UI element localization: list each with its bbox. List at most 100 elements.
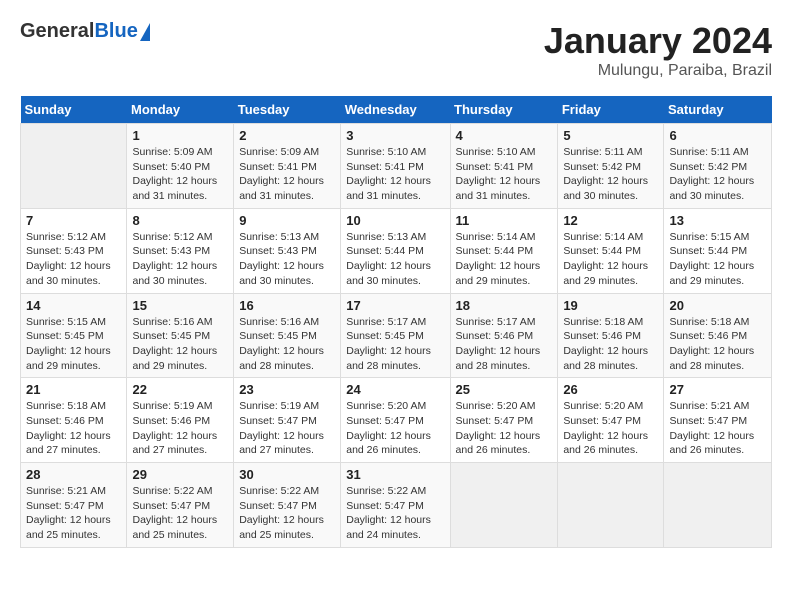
day-info: Sunrise: 5:18 AMSunset: 5:46 PMDaylight:… [669,315,766,374]
calendar-cell: 1 Sunrise: 5:09 AMSunset: 5:40 PMDaylight… [127,124,234,209]
day-info: Sunrise: 5:15 AMSunset: 5:44 PMDaylight:… [669,230,766,289]
day-info: Sunrise: 5:19 AMSunset: 5:47 PMDaylight:… [239,399,335,458]
calendar-table: SundayMondayTuesdayWednesdayThursdayFrid… [20,96,772,548]
day-info: Sunrise: 5:22 AMSunset: 5:47 PMDaylight:… [346,484,444,543]
week-row-2: 7 Sunrise: 5:12 AMSunset: 5:43 PMDaylight… [21,208,772,293]
day-info: Sunrise: 5:20 AMSunset: 5:47 PMDaylight:… [346,399,444,458]
day-info: Sunrise: 5:11 AMSunset: 5:42 PMDaylight:… [669,145,766,204]
calendar-cell: 13 Sunrise: 5:15 AMSunset: 5:44 PMDayligh… [664,208,772,293]
calendar-cell: 30 Sunrise: 5:22 AMSunset: 5:47 PMDayligh… [234,463,341,548]
calendar-cell: 3 Sunrise: 5:10 AMSunset: 5:41 PMDaylight… [341,124,450,209]
calendar-cell: 7 Sunrise: 5:12 AMSunset: 5:43 PMDaylight… [21,208,127,293]
header-cell-saturday: Saturday [664,96,772,124]
location-label: Mulungu, Paraiba, Brazil [544,62,772,80]
day-number: 17 [346,298,444,313]
day-info: Sunrise: 5:18 AMSunset: 5:46 PMDaylight:… [26,399,121,458]
day-info: Sunrise: 5:09 AMSunset: 5:40 PMDaylight:… [132,145,228,204]
calendar-cell: 11 Sunrise: 5:14 AMSunset: 5:44 PMDayligh… [450,208,558,293]
calendar-cell: 10 Sunrise: 5:13 AMSunset: 5:44 PMDayligh… [341,208,450,293]
calendar-cell: 28 Sunrise: 5:21 AMSunset: 5:47 PMDayligh… [21,463,127,548]
logo-general-text: General [20,20,94,43]
week-row-5: 28 Sunrise: 5:21 AMSunset: 5:47 PMDayligh… [21,463,772,548]
day-number: 28 [26,467,121,482]
day-number: 3 [346,128,444,143]
week-row-3: 14Sunrise: 5:15 AMSunset: 5:45 PMDayligh… [21,293,772,378]
day-number: 18 [456,298,553,313]
month-title: January 2024 [544,20,772,62]
calendar-cell: 14Sunrise: 5:15 AMSunset: 5:45 PMDayligh… [21,293,127,378]
day-number: 23 [239,382,335,397]
calendar-cell: 26 Sunrise: 5:20 AMSunset: 5:47 PMDayligh… [558,378,664,463]
day-number: 26 [563,382,658,397]
day-number: 20 [669,298,766,313]
calendar-cell: 6Sunrise: 5:11 AMSunset: 5:42 PMDaylight… [664,124,772,209]
header-cell-wednesday: Wednesday [341,96,450,124]
calendar-cell: 21 Sunrise: 5:18 AMSunset: 5:46 PMDayligh… [21,378,127,463]
header-cell-sunday: Sunday [21,96,127,124]
day-info: Sunrise: 5:11 AMSunset: 5:42 PMDaylight:… [563,145,658,204]
day-info: Sunrise: 5:19 AMSunset: 5:46 PMDaylight:… [132,399,228,458]
day-info: Sunrise: 5:09 AMSunset: 5:41 PMDaylight:… [239,145,335,204]
header-cell-friday: Friday [558,96,664,124]
calendar-cell: 29 Sunrise: 5:22 AMSunset: 5:47 PMDayligh… [127,463,234,548]
day-number: 9 [239,213,335,228]
day-info: Sunrise: 5:16 AMSunset: 5:45 PMDaylight:… [132,315,228,374]
header-cell-tuesday: Tuesday [234,96,341,124]
day-number: 31 [346,467,444,482]
calendar-cell: 27 Sunrise: 5:21 AMSunset: 5:47 PMDayligh… [664,378,772,463]
week-row-4: 21 Sunrise: 5:18 AMSunset: 5:46 PMDayligh… [21,378,772,463]
day-number: 5 [563,128,658,143]
calendar-cell: 12 Sunrise: 5:14 AMSunset: 5:44 PMDayligh… [558,208,664,293]
calendar-cell: 15Sunrise: 5:16 AMSunset: 5:45 PMDayligh… [127,293,234,378]
day-number: 2 [239,128,335,143]
calendar-cell: 22Sunrise: 5:19 AMSunset: 5:46 PMDayligh… [127,378,234,463]
day-number: 19 [563,298,658,313]
day-info: Sunrise: 5:21 AMSunset: 5:47 PMDaylight:… [669,399,766,458]
day-number: 4 [456,128,553,143]
day-info: Sunrise: 5:20 AMSunset: 5:47 PMDaylight:… [563,399,658,458]
day-number: 29 [132,467,228,482]
day-info: Sunrise: 5:17 AMSunset: 5:46 PMDaylight:… [456,315,553,374]
week-row-1: 1 Sunrise: 5:09 AMSunset: 5:40 PMDaylight… [21,124,772,209]
day-number: 25 [456,382,553,397]
calendar-cell: 4 Sunrise: 5:10 AMSunset: 5:41 PMDaylight… [450,124,558,209]
day-info: Sunrise: 5:14 AMSunset: 5:44 PMDaylight:… [456,230,553,289]
day-number: 1 [132,128,228,143]
day-number: 13 [669,213,766,228]
logo: GeneralBlue [20,20,150,43]
day-info: Sunrise: 5:10 AMSunset: 5:41 PMDaylight:… [456,145,553,204]
logo-blue-text: Blue [94,20,137,43]
day-info: Sunrise: 5:10 AMSunset: 5:41 PMDaylight:… [346,145,444,204]
day-number: 12 [563,213,658,228]
calendar-cell: 19Sunrise: 5:18 AMSunset: 5:46 PMDayligh… [558,293,664,378]
calendar-cell: 8Sunrise: 5:12 AMSunset: 5:43 PMDaylight… [127,208,234,293]
day-info: Sunrise: 5:13 AMSunset: 5:43 PMDaylight:… [239,230,335,289]
header-cell-monday: Monday [127,96,234,124]
day-number: 27 [669,382,766,397]
page-header: GeneralBlue January 2024 Mulungu, Paraib… [20,20,772,80]
day-number: 14 [26,298,121,313]
header-row: SundayMondayTuesdayWednesdayThursdayFrid… [21,96,772,124]
day-number: 11 [456,213,553,228]
day-info: Sunrise: 5:12 AMSunset: 5:43 PMDaylight:… [26,230,121,289]
day-info: Sunrise: 5:21 AMSunset: 5:47 PMDaylight:… [26,484,121,543]
title-section: January 2024 Mulungu, Paraiba, Brazil [544,20,772,80]
day-number: 16 [239,298,335,313]
day-number: 7 [26,213,121,228]
calendar-cell: 25Sunrise: 5:20 AMSunset: 5:47 PMDayligh… [450,378,558,463]
day-info: Sunrise: 5:14 AMSunset: 5:44 PMDaylight:… [563,230,658,289]
calendar-cell [664,463,772,548]
calendar-cell: 9 Sunrise: 5:13 AMSunset: 5:43 PMDaylight… [234,208,341,293]
header-cell-thursday: Thursday [450,96,558,124]
day-number: 10 [346,213,444,228]
calendar-cell: 5 Sunrise: 5:11 AMSunset: 5:42 PMDaylight… [558,124,664,209]
calendar-cell: 2 Sunrise: 5:09 AMSunset: 5:41 PMDaylight… [234,124,341,209]
day-number: 21 [26,382,121,397]
day-number: 30 [239,467,335,482]
day-info: Sunrise: 5:13 AMSunset: 5:44 PMDaylight:… [346,230,444,289]
day-info: Sunrise: 5:22 AMSunset: 5:47 PMDaylight:… [132,484,228,543]
day-info: Sunrise: 5:12 AMSunset: 5:43 PMDaylight:… [132,230,228,289]
calendar-cell: 23 Sunrise: 5:19 AMSunset: 5:47 PMDayligh… [234,378,341,463]
calendar-cell: 20 Sunrise: 5:18 AMSunset: 5:46 PMDayligh… [664,293,772,378]
day-info: Sunrise: 5:22 AMSunset: 5:47 PMDaylight:… [239,484,335,543]
